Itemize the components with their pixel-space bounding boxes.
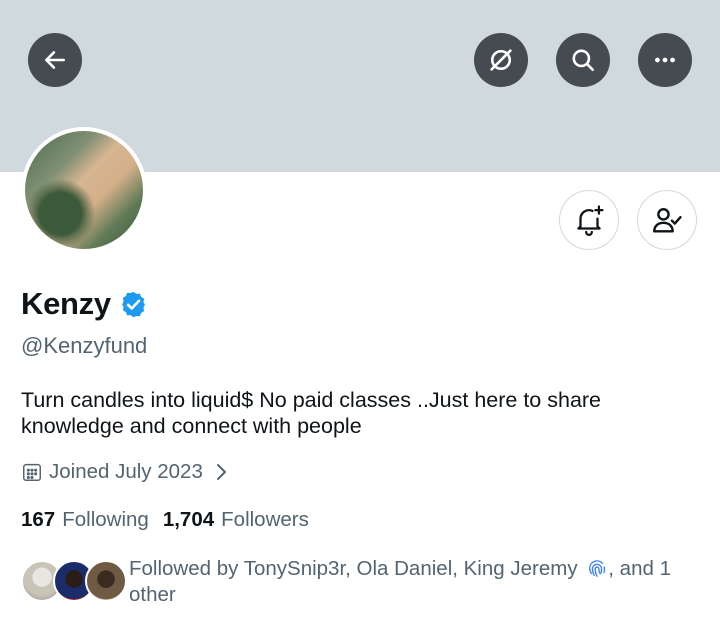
followers-link[interactable]: 1,704 Followers xyxy=(163,508,309,532)
chevron-right-icon xyxy=(216,464,226,480)
grok-button[interactable] xyxy=(474,33,528,87)
bell-plus-icon xyxy=(577,205,604,236)
following-button[interactable] xyxy=(637,190,697,250)
calendar-icon xyxy=(23,463,41,481)
followers-count: 1,704 xyxy=(162,508,215,531)
notifications-button[interactable] xyxy=(559,190,619,250)
avatar-image xyxy=(25,131,143,249)
search-button[interactable] xyxy=(556,33,610,87)
profile-avatar[interactable] xyxy=(21,127,147,253)
verified-badge-icon[interactable] xyxy=(119,290,148,319)
joined-date-row[interactable]: Joined July 2023 xyxy=(21,460,235,484)
following-link[interactable]: 167 Following xyxy=(21,508,149,532)
profile-bio: Turn candles into liquid$ No paid classe… xyxy=(21,387,701,439)
following-label: Following xyxy=(62,508,149,531)
followers-label: Followers xyxy=(221,508,309,531)
followed-by-avatars[interactable] xyxy=(21,560,127,602)
grok-icon xyxy=(490,49,512,71)
more-horizontal-icon xyxy=(655,57,675,63)
followed-by-text[interactable]: Followed by TonySnip3r, Ola Daniel, King… xyxy=(129,556,689,608)
fingerprint-emoji-icon xyxy=(589,560,606,577)
more-button[interactable] xyxy=(638,33,692,87)
follow-stats: 167 Following 1,704 Followers xyxy=(21,508,309,532)
followed-by-suffix: , and 1 xyxy=(608,557,671,580)
display-name: Kenzy xyxy=(21,286,111,321)
bio-line: knowledge and connect with people xyxy=(21,414,362,438)
user-handle: @Kenzyfund xyxy=(21,333,148,358)
bio-line: Turn candles into liquid$ No paid classe… xyxy=(21,388,602,412)
followed-by-other: other xyxy=(129,583,176,606)
name-row: Kenzy xyxy=(21,286,148,322)
following-count: 167 xyxy=(21,508,56,531)
person-check-icon xyxy=(653,208,682,233)
follower-avatar xyxy=(85,560,127,602)
joined-date: Joined July 2023 xyxy=(49,460,203,483)
arrow-left-icon xyxy=(45,51,65,69)
search-icon xyxy=(572,49,595,72)
followed-by-names: Followed by TonySnip3r, Ola Daniel, King… xyxy=(129,557,578,580)
back-button[interactable] xyxy=(28,33,82,87)
